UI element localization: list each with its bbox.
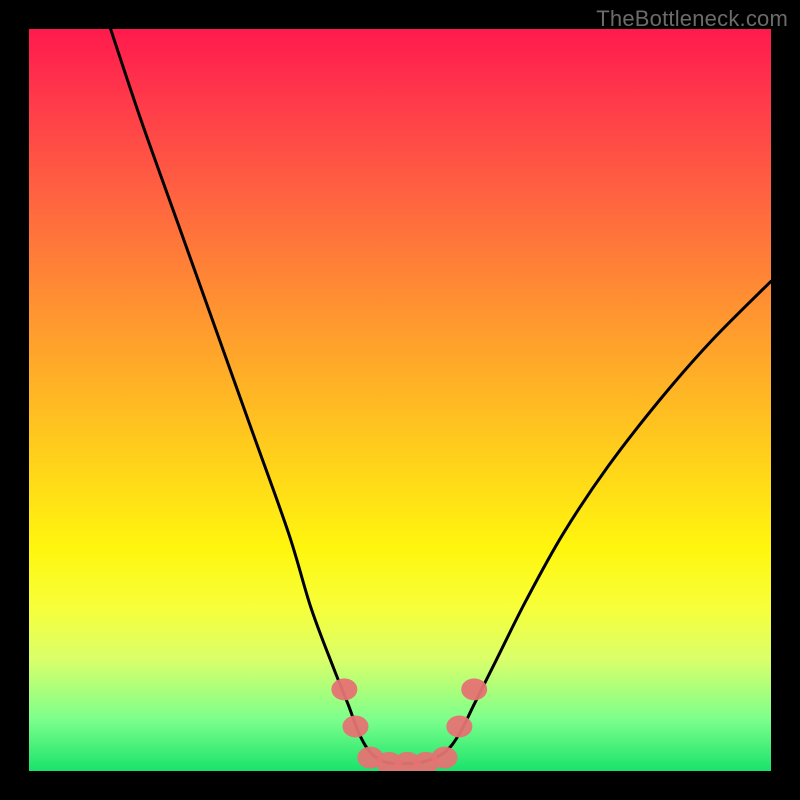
marker-right-cluster-1 (446, 715, 472, 737)
chart-svg (29, 29, 771, 771)
right-curve (400, 281, 771, 763)
watermark-text: TheBottleneck.com (596, 6, 788, 32)
marker-left-cluster-2 (342, 715, 368, 737)
marker-layer (331, 678, 487, 771)
chart-plot-area (29, 29, 771, 771)
marker-right-cluster-2 (461, 678, 487, 700)
marker-bottom-5 (432, 747, 458, 769)
left-curve (111, 29, 400, 764)
marker-left-cluster-1 (331, 678, 357, 700)
